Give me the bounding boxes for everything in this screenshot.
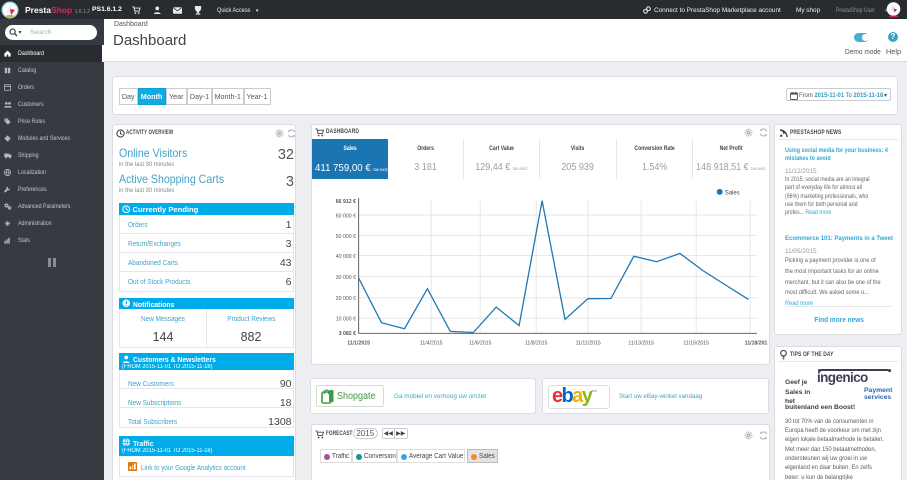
svg-text:3 082 €: 3 082 € [338, 330, 355, 336]
svg-text:10 000 €: 10 000 € [336, 316, 356, 322]
svg-text:50 000 €: 50 000 € [336, 233, 356, 239]
svg-text:11/1/2015: 11/1/2015 [347, 340, 370, 346]
svg-text:40 000 €: 40 000 € [336, 254, 356, 260]
svg-text:11/15/2015: 11/15/2015 [683, 340, 709, 346]
svg-text:30 000 €: 30 000 € [336, 274, 356, 280]
svg-text:11/8/2015: 11/8/2015 [525, 340, 548, 346]
svg-text:11/13/2015: 11/13/2015 [628, 340, 654, 346]
svg-text:11/4/2015: 11/4/2015 [420, 340, 443, 346]
svg-text:20 000 €: 20 000 € [336, 296, 356, 302]
svg-text:11/18/201: 11/18/201 [744, 340, 767, 346]
svg-text:60 000 €: 60 000 € [336, 213, 356, 219]
svg-text:11/6/2015: 11/6/2015 [469, 340, 492, 346]
svg-text:11/11/2015: 11/11/2015 [575, 340, 600, 346]
svg-text:66 912 €: 66 912 € [336, 199, 356, 205]
svg-text:Sales: Sales [724, 190, 739, 196]
